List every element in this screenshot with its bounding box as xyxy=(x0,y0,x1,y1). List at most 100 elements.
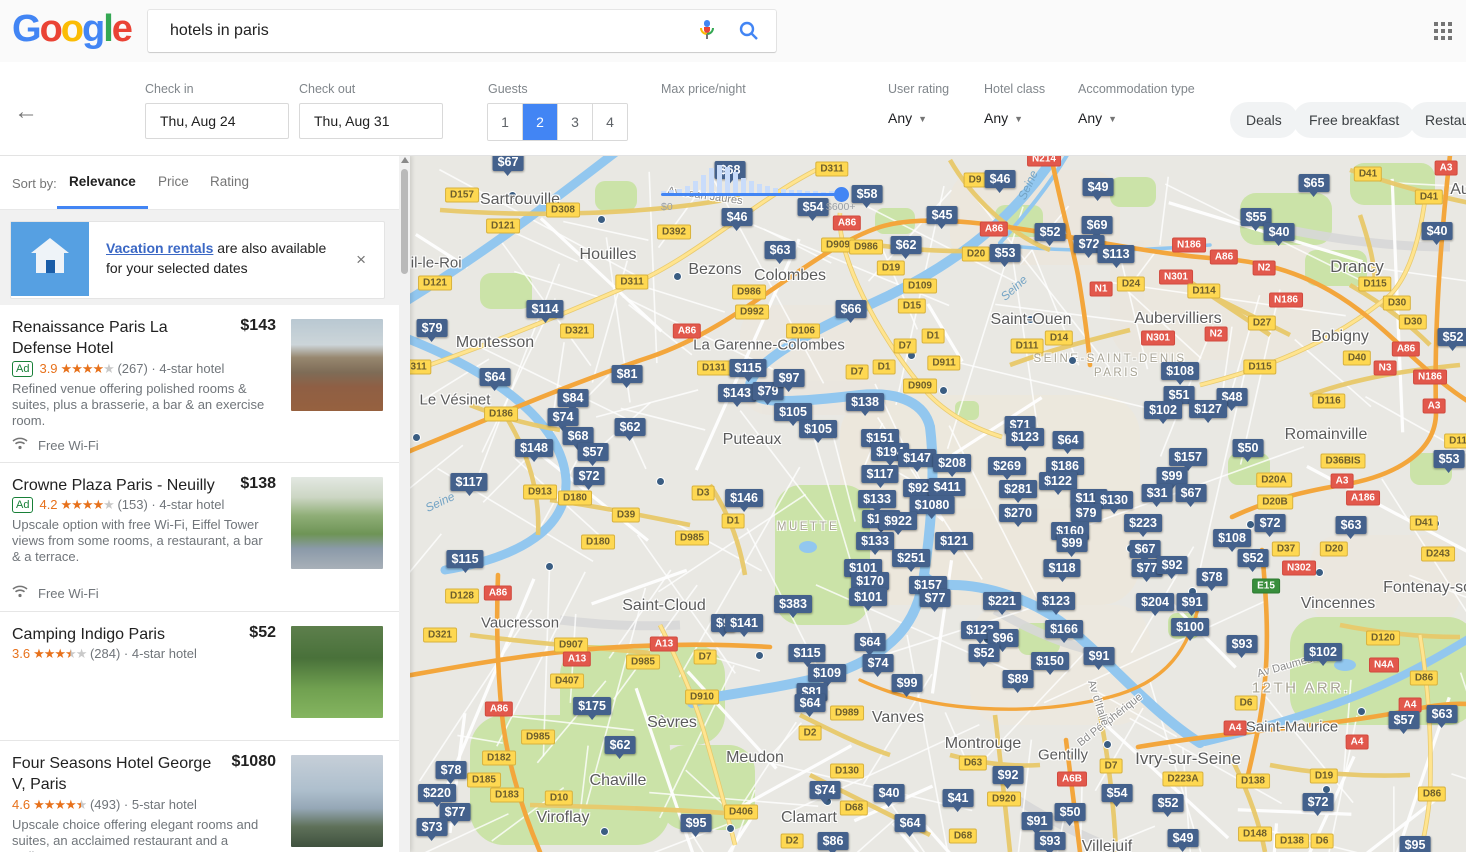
search-icon[interactable] xyxy=(734,16,764,46)
price-pin[interactable]: $92 xyxy=(993,766,1024,784)
price-pin[interactable]: $78 xyxy=(436,761,467,779)
price-pin[interactable]: $102 xyxy=(1144,401,1182,419)
guests-option-1[interactable]: 1 xyxy=(488,104,522,140)
hotel-card[interactable]: Camping Indigo Paris$523.6★★★★★ (284) · … xyxy=(0,612,399,741)
price-pin[interactable]: $63 xyxy=(1427,705,1458,723)
price-pin[interactable]: $53 xyxy=(1434,450,1465,468)
price-pin[interactable]: $67 xyxy=(493,155,524,171)
price-pin[interactable]: $40 xyxy=(1264,223,1295,241)
scrollbar-thumb[interactable] xyxy=(401,169,408,274)
search-box[interactable]: hotels in paris xyxy=(148,10,776,52)
price-pin[interactable]: $175 xyxy=(573,697,611,715)
price-pin[interactable]: $40 xyxy=(874,784,905,802)
price-pin[interactable]: $57 xyxy=(1389,711,1420,729)
price-pin[interactable]: $138 xyxy=(846,393,884,411)
price-pin[interactable]: $54 xyxy=(798,198,829,216)
hotel-photo[interactable] xyxy=(291,477,383,569)
price-pin[interactable]: $121 xyxy=(935,532,973,550)
price-pin[interactable]: $223 xyxy=(1124,514,1162,532)
price-pin[interactable]: $269 xyxy=(988,457,1026,475)
price-pin[interactable]: $115 xyxy=(729,359,766,377)
price-pin[interactable]: $69 xyxy=(1082,216,1113,234)
back-arrow-icon[interactable]: ← xyxy=(14,98,38,126)
close-icon[interactable]: × xyxy=(356,250,366,270)
price-pin[interactable]: $62 xyxy=(891,236,922,254)
sort-tab-rating[interactable]: Rating xyxy=(198,155,261,206)
price-pin[interactable]: $133 xyxy=(858,490,896,508)
price-pin[interactable]: $102 xyxy=(1304,643,1342,661)
price-pin[interactable]: $72 xyxy=(574,467,605,485)
price-pin[interactable]: $52 xyxy=(1035,223,1066,241)
price-pin[interactable]: $91 xyxy=(1177,593,1208,611)
price-pin[interactable]: $117 xyxy=(861,465,898,483)
google-logo[interactable]: Google xyxy=(12,8,131,51)
price-pin[interactable]: $64 xyxy=(855,633,886,651)
price-pin[interactable]: $46 xyxy=(985,170,1016,188)
list-scrollbar[interactable] xyxy=(399,155,410,852)
price-pin[interactable]: $67 xyxy=(1176,484,1207,502)
sort-tab-price[interactable]: Price xyxy=(146,155,201,206)
user-rating-dropdown[interactable]: Any▼ xyxy=(888,110,927,126)
hotel-card[interactable]: Renaissance Paris La Defense Hotel$143Ad… xyxy=(0,305,399,463)
price-pin[interactable]: $157 xyxy=(1169,448,1207,466)
price-pin[interactable]: $100 xyxy=(1171,618,1209,636)
chip-deals[interactable]: Deals xyxy=(1230,102,1298,138)
price-pin[interactable]: $64 xyxy=(480,368,511,386)
price-pin[interactable]: $105 xyxy=(774,403,812,421)
hotel-card[interactable]: Four Seasons Hotel George V, Paris$10804… xyxy=(0,741,399,852)
apps-grid-icon[interactable] xyxy=(1434,22,1452,40)
price-pin[interactable]: $133 xyxy=(856,532,894,550)
price-pin[interactable]: $79 xyxy=(1071,504,1102,522)
price-pin[interactable]: $72 xyxy=(1303,793,1334,811)
price-pin[interactable]: $77 xyxy=(920,589,951,607)
price-pin[interactable]: $221 xyxy=(983,592,1021,610)
price-pin[interactable]: $108 xyxy=(1161,362,1199,380)
price-pin[interactable]: $49 xyxy=(1083,178,1114,196)
price-pin[interactable]: $95 xyxy=(681,814,712,832)
price-pin[interactable]: $118 xyxy=(1043,559,1080,577)
price-pin[interactable]: $52 xyxy=(1238,549,1269,567)
guests-option-3[interactable]: 3 xyxy=(557,104,592,140)
price-pin[interactable]: $41 xyxy=(943,789,974,807)
check-out-field[interactable]: Thu, Aug 31 xyxy=(299,103,443,139)
price-slider[interactable] xyxy=(661,193,848,196)
price-slider-handle[interactable] xyxy=(834,187,849,202)
chip-restaurant[interactable]: Restaurant xyxy=(1409,102,1466,138)
price-pin[interactable]: $46 xyxy=(722,208,753,226)
vacation-rentals-link[interactable]: Vacation rentals xyxy=(106,240,213,256)
price-pin[interactable]: $91 xyxy=(1022,812,1053,830)
price-pin[interactable]: $62 xyxy=(605,736,636,754)
price-pin[interactable]: $64 xyxy=(895,814,926,832)
chip-free-breakfast[interactable]: Free breakfast xyxy=(1293,102,1415,138)
price-pin[interactable]: $208 xyxy=(933,454,971,472)
price-pin[interactable]: $63 xyxy=(1336,516,1367,534)
price-pin[interactable]: $123 xyxy=(1006,428,1044,446)
price-pin[interactable]: $81 xyxy=(612,365,643,383)
price-pin[interactable]: $52 xyxy=(1438,328,1466,346)
price-pin[interactable]: $93 xyxy=(1035,832,1066,850)
price-pin[interactable]: $411 xyxy=(928,478,965,496)
price-pin[interactable]: $40 xyxy=(1422,222,1453,240)
guests-option-2[interactable]: 2 xyxy=(522,104,557,140)
map-canvas[interactable]: SEINE-SAINT-DENISPARIS12TH ARR.MUETTEAv … xyxy=(410,155,1466,852)
price-pin[interactable]: $251 xyxy=(892,549,930,567)
price-pin[interactable]: $53 xyxy=(990,244,1021,262)
price-pin[interactable]: $1080 xyxy=(910,496,955,514)
price-pin[interactable]: $99 xyxy=(1157,467,1188,485)
price-pin[interactable]: $57 xyxy=(578,443,609,461)
price-pin[interactable]: $64 xyxy=(795,694,826,712)
price-pin[interactable]: $108 xyxy=(1213,529,1251,547)
price-pin[interactable]: $93 xyxy=(1227,635,1258,653)
price-pin[interactable]: $67 xyxy=(1130,540,1161,558)
price-pin[interactable]: $99 xyxy=(1057,534,1088,552)
price-pin[interactable]: $62 xyxy=(615,418,646,436)
price-pin[interactable]: $115 xyxy=(446,550,483,568)
price-pin[interactable]: $97 xyxy=(774,369,805,387)
price-pin[interactable]: $101 xyxy=(849,588,887,606)
price-pin[interactable]: $79 xyxy=(417,319,448,337)
price-pin[interactable]: $74 xyxy=(548,408,579,426)
price-pin[interactable]: $146 xyxy=(725,489,763,507)
price-pin[interactable]: $92 xyxy=(1157,556,1188,574)
sort-tab-relevance[interactable]: Relevance xyxy=(57,155,148,209)
hotel-class-dropdown[interactable]: Any▼ xyxy=(984,110,1023,126)
